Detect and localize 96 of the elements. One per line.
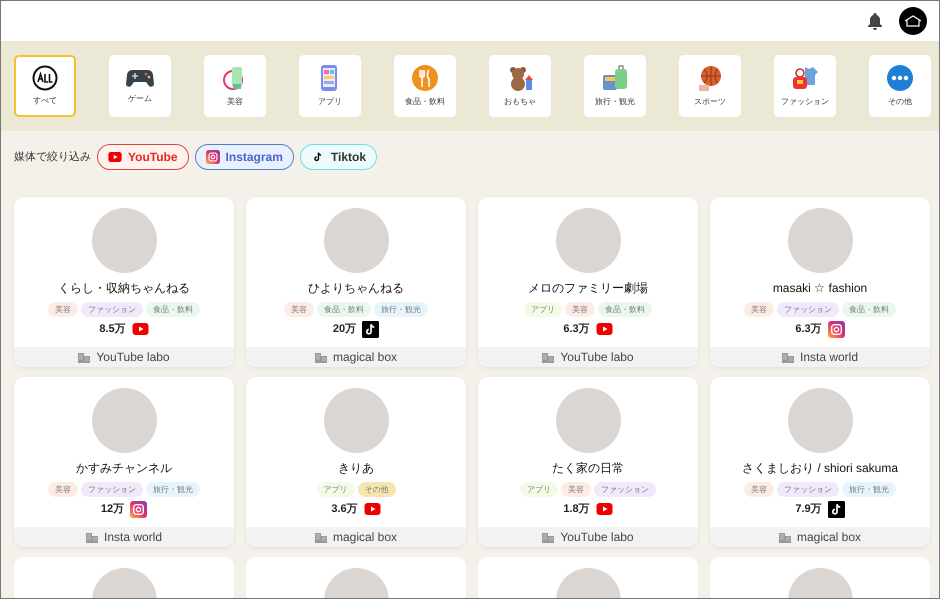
music-note-icon: [828, 501, 845, 518]
filter-button[interactable]: Instagram: [194, 144, 294, 170]
category-tag: 食品・飲料: [317, 302, 371, 317]
account-avatar[interactable]: [899, 7, 927, 35]
follower-count: 20万: [332, 322, 356, 338]
follower-count: 3.6万: [331, 502, 358, 517]
category-tile[interactable]: 旅行・観光: [584, 55, 646, 117]
creator-card[interactable]: たく家の日常 アプリ 美容 ファッション 1.8万 YouTube labo: [478, 377, 698, 547]
creator-name: くらし・収納ちゃんねる: [58, 280, 190, 297]
fork-knife-icon: [411, 64, 439, 92]
category-tag: ファッション: [81, 302, 143, 317]
play-icon: [364, 503, 381, 516]
creator-card[interactable]: masaki ☆ fashion 美容 ファッション 食品・飲料 6.3万 Insta world: [710, 197, 930, 367]
category-tag: 美容: [744, 302, 774, 317]
play-icon: [132, 323, 149, 336]
category-tile[interactable]: おもちゃ: [489, 55, 551, 117]
creator-card[interactable]: きりあ アプリ その他 3.6万 magical box: [246, 377, 466, 547]
category-tile[interactable]: その他: [869, 55, 931, 117]
category-tag: 美容: [48, 302, 78, 317]
category-tag: ファッション: [777, 302, 839, 317]
agency-name: Insta world: [104, 529, 162, 546]
creator-name: きりあ: [338, 460, 374, 477]
camera-icon: [828, 321, 845, 338]
category-tag: 美容: [284, 302, 314, 317]
building-icon: [542, 532, 554, 542]
agency-name: magical box: [332, 349, 398, 366]
category-tile[interactable]: アプリ: [299, 55, 361, 117]
filter-button[interactable]: YouTube: [97, 144, 189, 170]
agency-name: Insta world: [800, 349, 858, 366]
building-icon: [782, 352, 794, 362]
category-tag: 美容: [744, 482, 774, 497]
category-tag: 美容: [561, 482, 591, 497]
category-tag: 食品・飲料: [146, 302, 200, 317]
ball-icon: [696, 64, 724, 92]
building-icon: [314, 352, 327, 362]
category-tag: ファッション: [81, 482, 143, 497]
creator-name: メロのファミリー劇場: [528, 280, 648, 297]
agency-name: YouTube labo: [560, 529, 634, 546]
category-tile[interactable]: すべて: [14, 55, 76, 117]
category-tag: 食品・飲料: [598, 302, 652, 317]
category-tag: 旅行・観光: [146, 482, 200, 497]
category-tile[interactable]: 美容: [204, 55, 266, 117]
luggage-icon: [601, 64, 629, 92]
bell-icon[interactable]: [867, 12, 883, 30]
filter-label: 媒体で絞り込み: [14, 150, 91, 165]
category-tag: ファッション: [594, 482, 656, 497]
category-tag: アプリ: [316, 482, 354, 497]
category-tag: 美容: [565, 302, 595, 317]
creator-card[interactable]: さくましおり / shiori sakuma 美容 ファッション 旅行・観光 7.9万 magical box: [710, 377, 930, 547]
creator-card[interactable]: くらし・収納ちゃんねる 美容 ファッション 食品・飲料 8.5万 YouTube labo: [14, 197, 234, 367]
camera-icon: [130, 501, 148, 518]
building-icon: [778, 532, 791, 542]
more-icon: [886, 64, 914, 92]
building-icon: [314, 532, 327, 542]
building-icon: [542, 352, 554, 362]
play-icon: [596, 323, 613, 336]
agency-name: YouTube labo: [96, 349, 170, 366]
building-icon: [78, 352, 90, 362]
music-note-icon: [362, 321, 380, 338]
category-tile[interactable]: スポーツ: [679, 55, 741, 117]
creator-card[interactable]: かすみチャンネル 美容 ファッション 旅行・観光 12万 Insta world: [14, 377, 234, 547]
creator-name: かすみチャンネル: [76, 460, 172, 477]
category-tile[interactable]: 食品・飲料: [394, 55, 456, 117]
category-tag: 旅行・観光: [842, 482, 896, 497]
category-tag: ファッション: [777, 482, 839, 497]
category-tag: 旅行・観光: [374, 302, 428, 317]
category-tag: その他: [358, 482, 396, 497]
play-icon: [596, 503, 613, 516]
follower-count: 7.9万: [795, 502, 822, 518]
creator-card[interactable]: メロのファミリー劇場 アプリ 美容 食品・飲料 6.3万 YouTube labo: [478, 197, 698, 367]
camera-icon: [206, 150, 220, 164]
category-tag: 食品・飲料: [842, 302, 896, 317]
follower-count: 8.5万: [99, 322, 126, 337]
all-icon: [32, 65, 58, 91]
follower-count: 6.3万: [795, 322, 822, 338]
clothing-icon: [791, 64, 819, 92]
category-tag: 美容: [48, 482, 78, 497]
follower-count: 6.3万: [563, 322, 590, 337]
creator-name: たく家の日常: [552, 460, 624, 477]
play-icon: [108, 152, 122, 162]
agency-name: magical box: [332, 529, 398, 546]
gamepad-icon: [126, 67, 154, 89]
category-tile[interactable]: ゲーム: [109, 55, 171, 117]
follower-count: 1.8万: [563, 502, 590, 517]
category-tag: アプリ: [520, 482, 558, 497]
creator-card[interactable]: ひよりちゃんねる 美容 食品・飲料 旅行・観光 20万 magical box: [246, 197, 466, 367]
filter-button[interactable]: Tiktok: [300, 144, 378, 170]
category-tile[interactable]: ファッション: [774, 55, 836, 117]
agency-name: magical box: [796, 529, 862, 546]
follower-count: 12万: [100, 502, 124, 518]
creator-name: masaki ☆ fashion: [772, 280, 868, 297]
agency-name: YouTube labo: [560, 349, 634, 366]
creator-name: さくましおり / shiori sakuma: [742, 460, 898, 477]
creator-name: ひよりちゃんねる: [308, 280, 404, 297]
building-icon: [86, 532, 98, 542]
category-tag: アプリ: [524, 302, 562, 317]
